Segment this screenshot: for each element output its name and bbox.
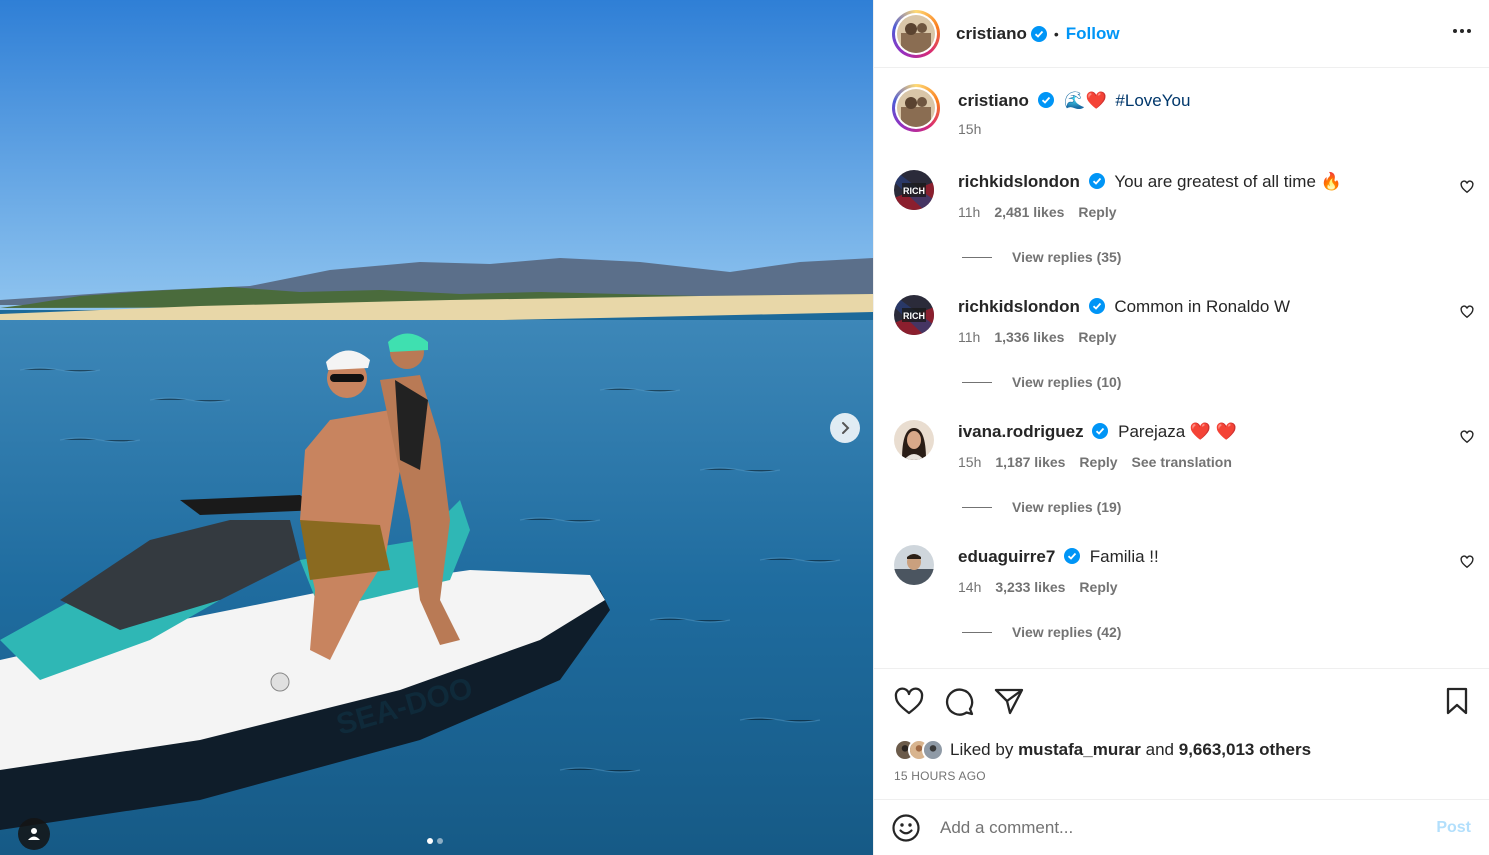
view-replies-label: View replies (10) <box>1012 374 1122 390</box>
chevron-right-icon <box>842 422 850 434</box>
comment-likes[interactable]: 1,187 likes <box>995 454 1065 470</box>
comment-text: You are greatest of all time 🔥 <box>1114 172 1342 191</box>
caption-hashtag[interactable]: #LoveYou <box>1115 91 1190 110</box>
liked-by-user[interactable]: mustafa_murar <box>1018 740 1141 760</box>
share-paper-plane-icon[interactable] <box>994 687 1024 715</box>
tagged-users-button[interactable] <box>18 818 50 850</box>
comment-username[interactable]: ivana.rodriguez <box>958 422 1084 441</box>
heart-icon[interactable] <box>1460 555 1474 569</box>
liker-avatars[interactable] <box>894 739 944 761</box>
comment-text: Parejaza ❤️ ❤️ <box>1118 422 1237 441</box>
heart-icon[interactable] <box>1460 305 1474 319</box>
comment-username[interactable]: richkidslondon <box>958 297 1080 316</box>
carousel-dot <box>437 838 443 844</box>
comment-text: Common in Ronaldo W <box>1114 297 1291 316</box>
verified-badge-icon <box>1064 548 1081 564</box>
post-media[interactable]: SEA-DOO <box>0 0 873 855</box>
post-actions: Liked by mustafa_murar and 9,663,013 oth… <box>874 668 1489 799</box>
like-heart-icon[interactable] <box>894 687 924 715</box>
reply-button[interactable]: Reply <box>1079 579 1117 595</box>
caption-username[interactable]: cristiano <box>958 91 1029 110</box>
author-username[interactable]: cristiano <box>956 24 1027 44</box>
view-replies-button[interactable]: View replies (42) <box>962 624 1121 640</box>
comment-likes[interactable]: 3,233 likes <box>995 579 1065 595</box>
verified-badge-icon <box>1088 173 1105 189</box>
post-comment-button[interactable]: Post <box>1436 819 1471 837</box>
avatar <box>897 89 935 127</box>
heart-icon[interactable] <box>1460 180 1474 194</box>
comment-text: Familia !! <box>1089 547 1159 566</box>
comment-username[interactable]: eduaguirre7 <box>958 547 1055 566</box>
comment-item: RICH richkidslondon You are greatest of … <box>894 170 1474 290</box>
avatar <box>897 14 935 53</box>
likes-summary: Liked by mustafa_murar and 9,663,013 oth… <box>894 739 1311 761</box>
view-replies-button[interactable]: View replies (35) <box>962 249 1121 265</box>
carousel-indicator <box>427 838 443 844</box>
comment-item: ivana.rodriguez Parejaza ❤️ ❤️ 15h 1,187… <box>894 420 1474 540</box>
svg-text:RICH: RICH <box>903 311 925 321</box>
verified-badge-icon <box>1088 298 1105 314</box>
add-comment-bar: Post <box>874 799 1489 855</box>
view-replies-button[interactable]: View replies (10) <box>962 374 1121 390</box>
post-time-ago: 15 HOURS AGO <box>894 769 986 783</box>
avatar[interactable]: RICH <box>894 295 934 335</box>
more-horizontal-icon[interactable] <box>1451 20 1473 42</box>
post-header: cristiano • Follow <box>874 0 1489 68</box>
view-replies-button[interactable]: View replies (19) <box>962 499 1121 515</box>
comment-item: RICH richkidslondon Common in Ronaldo W … <box>894 295 1474 415</box>
verified-badge-icon <box>1030 25 1047 42</box>
comment-time: 15h <box>958 454 982 470</box>
user-icon <box>28 828 40 840</box>
story-ring[interactable] <box>892 84 940 132</box>
comment-likes[interactable]: 1,336 likes <box>994 329 1064 345</box>
post-caption: cristiano 🌊❤️ #LoveYou 15h <box>892 84 1190 137</box>
svg-text:RICH: RICH <box>903 186 925 196</box>
avatar[interactable]: RICH <box>894 170 934 210</box>
caption-emoji: 🌊❤️ <box>1064 91 1107 110</box>
carousel-dot <box>427 838 433 844</box>
comment-time: 14h <box>958 579 982 595</box>
next-image-button[interactable] <box>830 413 860 443</box>
view-replies-label: View replies (19) <box>1012 499 1122 515</box>
reply-button[interactable]: Reply <box>1079 454 1117 470</box>
comment-username[interactable]: richkidslondon <box>958 172 1080 191</box>
comment-time: 11h <box>958 329 981 345</box>
comment-item: eduaguirre7 Familia !! 14h 3,233 likes R… <box>894 545 1474 665</box>
comment-likes[interactable]: 2,481 likes <box>994 204 1064 220</box>
liked-by-and: and <box>1145 740 1174 759</box>
story-ring[interactable] <box>892 9 940 58</box>
heart-icon[interactable] <box>1460 430 1474 444</box>
reply-button[interactable]: Reply <box>1078 204 1116 220</box>
separator-dot: • <box>1053 25 1059 42</box>
emoji-smiley-icon[interactable] <box>892 813 920 842</box>
bookmark-icon[interactable] <box>1445 687 1469 715</box>
reply-button[interactable]: Reply <box>1078 329 1116 345</box>
view-replies-label: View replies (42) <box>1012 624 1122 640</box>
verified-badge-icon <box>1092 423 1109 439</box>
post-photo: SEA-DOO <box>0 0 873 855</box>
likes-count[interactable]: 9,663,013 others <box>1179 740 1311 760</box>
verified-badge-icon <box>1037 92 1054 108</box>
post-details-panel: cristiano • Follow cristiano 🌊❤️ #LoveYo… <box>873 0 1489 855</box>
comments-section[interactable]: cristiano 🌊❤️ #LoveYou 15h RICH richkids… <box>874 68 1489 668</box>
avatar <box>922 739 944 761</box>
caption-time: 15h <box>958 121 982 137</box>
follow-button[interactable]: Follow <box>1066 24 1120 44</box>
comment-input[interactable] <box>940 817 1437 838</box>
see-translation-button[interactable]: See translation <box>1132 454 1232 470</box>
comment-bubble-icon[interactable] <box>944 687 974 717</box>
avatar[interactable] <box>894 545 934 585</box>
view-replies-label: View replies (35) <box>1012 249 1122 265</box>
comment-time: 11h <box>958 204 981 220</box>
liked-by-prefix: Liked by <box>950 740 1014 759</box>
avatar[interactable] <box>894 420 934 460</box>
